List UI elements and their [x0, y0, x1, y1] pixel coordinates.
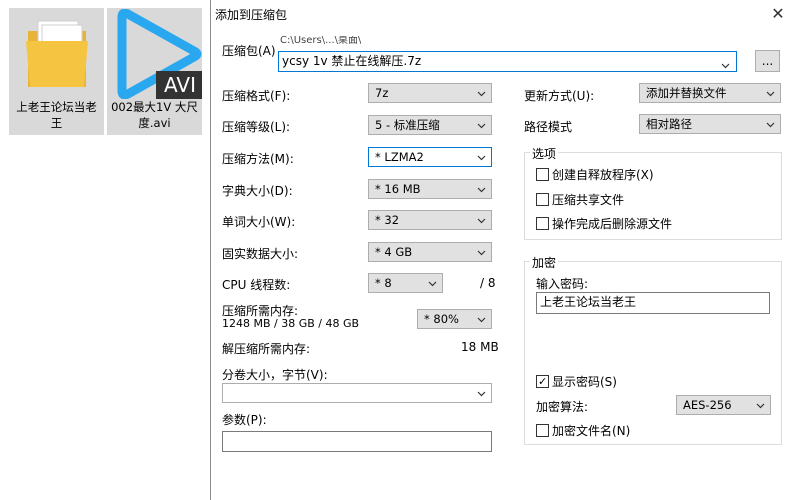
solid-size-value: * 4 GB: [375, 245, 413, 259]
format-value: 7z: [375, 86, 389, 100]
title-bar: 添加到压缩包 ✕: [211, 0, 800, 28]
chevron-down-icon: [756, 401, 765, 409]
chevron-down-icon: [477, 216, 486, 224]
dialog-title: 添加到压缩包: [215, 8, 288, 22]
checkbox-box: [536, 193, 549, 206]
chevron-down-icon: [477, 315, 486, 323]
password-input[interactable]: 上老王论坛当老王: [536, 292, 770, 314]
solid-size-label: 固实数据大小:: [222, 247, 299, 261]
chevron-down-icon: [721, 57, 730, 76]
path-mode-label: 路径模式: [524, 120, 573, 134]
cpu-threads-max: / 8: [480, 276, 496, 290]
split-size-label: 分卷大小，字节(V):: [222, 368, 328, 382]
options-group-title: 选项: [530, 145, 559, 162]
close-icon: ✕: [771, 4, 785, 23]
folder-icon: [26, 20, 88, 87]
compress-shared-checkbox[interactable]: 压缩共享文件: [536, 191, 624, 207]
word-size-select[interactable]: * 32: [368, 210, 492, 230]
cpu-threads-select[interactable]: * 8: [368, 273, 443, 293]
archive-name-value: ycsy 1v 禁止在线解压.7z: [282, 54, 422, 68]
format-select[interactable]: 7z: [368, 83, 492, 103]
cpu-threads-value: * 8: [375, 276, 392, 290]
add-to-archive-dialog: 添加到压缩包 ✕ 压缩包(A) C:\Users\...\桌面\ ycsy 1v…: [210, 0, 800, 500]
chevron-down-icon: [766, 89, 775, 97]
chevron-down-icon: [766, 120, 775, 128]
check-icon: ✓: [538, 375, 548, 388]
create-sfx-checkbox[interactable]: 创建自释放程序(X): [536, 166, 654, 182]
path-mode-select[interactable]: 相对路径: [639, 114, 781, 134]
memory-percent-value: * 80%: [424, 312, 459, 326]
parameters-label: 参数(P):: [222, 413, 267, 427]
chevron-down-icon: [428, 279, 437, 287]
dict-size-label: 字典大小(D):: [222, 184, 293, 198]
checkbox-label: 创建自释放程序(X): [552, 168, 654, 182]
level-label: 压缩等级(L):: [222, 120, 291, 134]
encryption-method-label: 加密算法:: [536, 400, 589, 414]
archive-path-hint: C:\Users\...\桌面\: [280, 36, 362, 45]
delete-after-checkbox[interactable]: 操作完成后删除源文件: [536, 215, 672, 231]
chevron-down-icon: [477, 121, 486, 129]
method-value: * LZMA2: [375, 150, 424, 164]
checkbox-label: 压缩共享文件: [552, 193, 625, 207]
avi-badge: AVI: [164, 73, 196, 97]
decompress-memory-label: 解压缩所需内存:: [222, 342, 311, 356]
word-size-label: 单词大小(W):: [222, 215, 296, 229]
word-size-value: * 32: [375, 213, 400, 227]
show-password-checkbox[interactable]: ✓ 显示密码(S): [536, 373, 617, 389]
checkbox-label: 操作完成后删除源文件: [552, 217, 673, 231]
chevron-down-icon: [477, 248, 486, 256]
encrypt-filenames-checkbox[interactable]: 加密文件名(N): [536, 422, 630, 438]
decompress-memory-value: 18 MB: [461, 340, 499, 354]
chevron-down-icon: [477, 185, 486, 193]
encryption-method-value: AES-256: [683, 398, 732, 412]
update-mode-label: 更新方式(U):: [524, 89, 595, 103]
desktop-video-item[interactable]: AVI 002最大1V 大尺度.avi: [107, 8, 202, 135]
browse-button[interactable]: ...: [755, 50, 780, 72]
checkbox-box: [536, 217, 549, 230]
archive-name-combobox[interactable]: ycsy 1v 禁止在线解压.7z: [278, 51, 737, 72]
split-size-combobox[interactable]: [222, 383, 492, 403]
cpu-threads-label: CPU 线程数:: [222, 278, 291, 292]
archive-label: 压缩包(A): [222, 44, 276, 58]
desktop-folder-item[interactable]: 上老王论坛当老王: [9, 8, 104, 135]
path-mode-value: 相对路径: [646, 117, 692, 131]
update-mode-value: 添加并替换文件: [646, 86, 727, 100]
chevron-down-icon: [477, 153, 486, 161]
parameters-input[interactable]: [222, 431, 492, 452]
method-select[interactable]: * LZMA2: [368, 147, 492, 167]
checkbox-box: [536, 424, 549, 437]
encryption-group-title: 加密: [530, 254, 559, 271]
compress-memory-detail: 1248 MB / 38 GB / 48 GB: [222, 317, 360, 330]
encryption-method-select[interactable]: AES-256: [676, 395, 771, 415]
update-mode-select[interactable]: 添加并替换文件: [639, 83, 781, 103]
method-label: 压缩方法(M):: [222, 152, 294, 166]
dict-size-select[interactable]: * 16 MB: [368, 179, 492, 199]
chevron-down-icon: [477, 89, 486, 97]
desktop-item-caption: 002最大1V 大尺度.avi: [111, 100, 198, 130]
checkbox-label: 加密文件名(N): [552, 424, 631, 438]
password-label: 输入密码:: [536, 277, 589, 291]
level-select[interactable]: 5 - 标准压缩: [368, 115, 492, 135]
checkbox-label: 显示密码(S): [552, 375, 617, 389]
checkbox-box: [536, 168, 549, 181]
dict-size-value: * 16 MB: [375, 182, 421, 196]
chevron-down-icon: [477, 389, 486, 397]
checkbox-box: ✓: [536, 375, 549, 388]
memory-percent-select[interactable]: * 80%: [417, 309, 492, 329]
desktop-item-caption: 上老王论坛当老王: [16, 100, 97, 130]
solid-size-select[interactable]: * 4 GB: [368, 242, 492, 262]
format-label: 压缩格式(F):: [222, 89, 291, 103]
level-value: 5 - 标准压缩: [375, 118, 440, 132]
close-button[interactable]: ✕: [768, 4, 788, 24]
